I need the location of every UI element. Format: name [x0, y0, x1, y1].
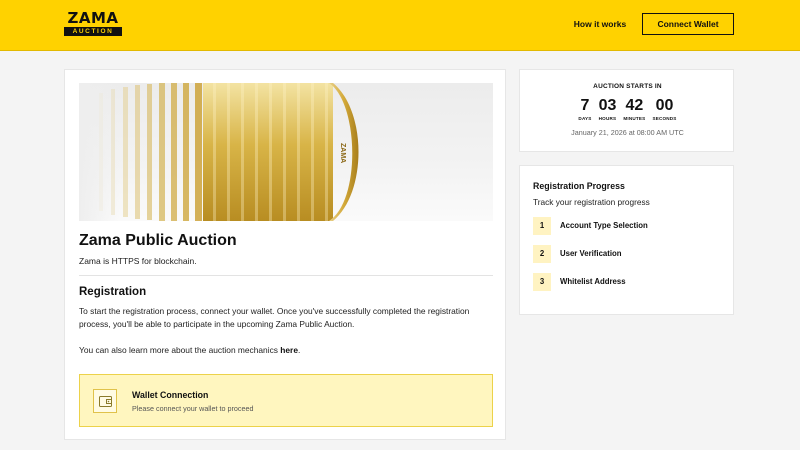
hours-value: 03 [598, 97, 617, 114]
minutes-value: 42 [625, 97, 644, 114]
progress-step-account-type: 1 Account Type Selection [533, 217, 723, 235]
learn-more-text: You can also learn more about the auctio… [79, 344, 493, 357]
wallet-connection-panel: Wallet Connection Please connect your wa… [79, 374, 493, 427]
gold-coin-illustration: ZAMA [79, 83, 359, 221]
step-number-badge: 3 [533, 273, 551, 291]
zama-auction-logo[interactable]: ZAMA AUCTION [64, 11, 122, 38]
registration-heading: Registration [79, 286, 147, 298]
hours-caption: HOURS [598, 116, 617, 121]
registration-description: To start the registration process, conne… [79, 306, 470, 329]
step-label: Whitelist Address [560, 277, 626, 286]
how-it-works-link[interactable]: How it works [565, 18, 635, 30]
learn-more-prefix: You can also learn more about the auctio… [79, 345, 281, 355]
countdown-seconds: 00 SECONDS [652, 97, 676, 122]
auction-main-card: ZAMA Zama Public Auction Zama is HTTPS f… [64, 69, 506, 440]
auction-mechanics-link[interactable]: here [280, 345, 298, 355]
countdown-hours: 03 HOURS [599, 97, 617, 122]
wallet-connection-title: Wallet Connection [132, 390, 209, 400]
step-number-badge: 2 [533, 245, 551, 263]
minutes-caption: MINUTES [623, 116, 646, 121]
registration-progress-card: Registration Progress Track your registr… [519, 165, 734, 315]
countdown-minutes: 42 MINUTES [623, 97, 645, 122]
wallet-connection-subtitle: Please connect your wallet to proceed [132, 404, 254, 413]
days-value: 7 [580, 97, 590, 114]
countdown-timer: 7 DAYS 03 HOURS 42 MINUTES 00 SECONDS [520, 97, 735, 122]
step-label: User Verification [560, 249, 622, 258]
progress-subtitle: Track your registration progress [533, 197, 650, 207]
countdown-label: AUCTION STARTS IN [593, 83, 662, 90]
progress-step-user-verification: 2 User Verification [533, 245, 723, 263]
auction-countdown-card: AUCTION STARTS IN 7 DAYS 03 HOURS 42 MIN… [519, 69, 734, 152]
countdown-days: 7 DAYS [578, 97, 591, 122]
connect-wallet-button[interactable]: Connect Wallet [642, 13, 734, 35]
coin-edge-text: ZAMA [339, 143, 346, 163]
seconds-value: 00 [655, 97, 674, 114]
top-header: ZAMA AUCTION How it works Connect Wallet [0, 0, 800, 51]
step-number-badge: 1 [533, 217, 551, 235]
step-label: Account Type Selection [560, 221, 648, 230]
section-divider [79, 275, 493, 276]
seconds-caption: SECONDS [652, 116, 677, 121]
learn-more-suffix: . [297, 345, 301, 355]
page-subtitle: Zama is HTTPS for blockchain. [79, 256, 197, 266]
logo-wordmark: ZAMA [67, 9, 119, 27]
page-title: Zama Public Auction [79, 232, 237, 249]
auction-start-date: January 21, 2026 at 08:00 AM UTC [571, 128, 684, 137]
hero-coin-image: ZAMA [79, 83, 493, 221]
wallet-icon [93, 389, 117, 413]
progress-step-whitelist-address: 3 Whitelist Address [533, 273, 723, 291]
progress-title: Registration Progress [533, 181, 625, 191]
logo-subtitle: AUCTION [64, 27, 122, 36]
days-caption: DAYS [578, 116, 592, 121]
